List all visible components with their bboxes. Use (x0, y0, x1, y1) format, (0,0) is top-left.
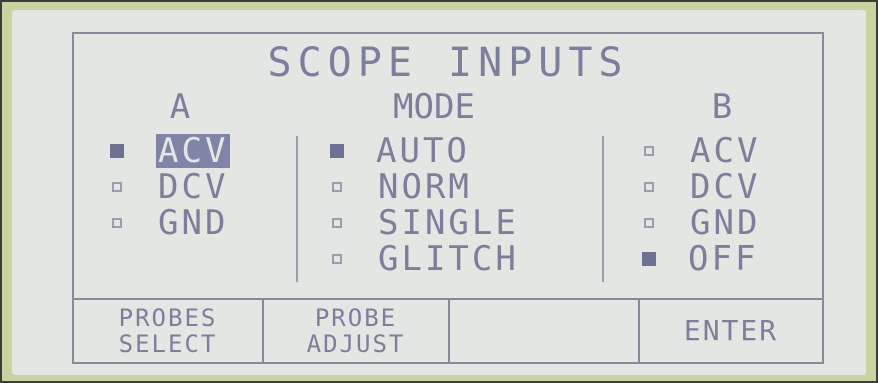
blank-softkey[interactable] (450, 300, 640, 362)
option-a-dcv[interactable]: DCV (112, 170, 228, 204)
radio-unselected-icon (112, 218, 122, 228)
lcd-screen: SCOPE INPUTS A MODE B ACV DCV GND AUTO N… (72, 32, 824, 364)
option-label: NORM (378, 167, 472, 207)
option-b-dcv[interactable]: DCV (644, 170, 760, 204)
column-divider-right (602, 136, 604, 282)
option-label: GND (158, 203, 229, 243)
option-b-acv[interactable]: ACV (644, 134, 760, 168)
probe-adjust-softkey[interactable]: PROBE ADJUST (264, 300, 450, 362)
radio-unselected-icon (644, 218, 654, 228)
radio-selected-icon (642, 252, 656, 266)
softkey-bar: PROBES SELECT PROBE ADJUST ENTER (74, 298, 822, 362)
radio-unselected-icon (644, 146, 654, 156)
enter-softkey[interactable]: ENTER (640, 300, 822, 362)
option-label: SINGLE (378, 203, 519, 243)
radio-unselected-icon (644, 182, 654, 192)
radio-unselected-icon (332, 182, 342, 192)
softkey-label-line1: ENTER (683, 314, 779, 347)
option-b-gnd[interactable]: GND (644, 206, 760, 240)
option-a-acv[interactable]: ACV (110, 131, 231, 171)
option-label: ACV (690, 131, 761, 171)
option-label: GND (690, 203, 761, 243)
option-mode-auto[interactable]: AUTO (330, 134, 470, 168)
column-divider-left (296, 136, 298, 282)
option-label: OFF (688, 239, 759, 279)
option-label: DCV (690, 167, 761, 207)
option-label: ACV (156, 131, 231, 171)
screen-title: SCOPE INPUTS (267, 40, 629, 86)
column-a-header: A (169, 87, 191, 127)
option-label: AUTO (376, 131, 470, 171)
softkey-label-line1: PROBES (118, 304, 218, 332)
softkey-label-line2: SELECT (118, 330, 218, 358)
softkey-label-line1: PROBE (314, 304, 398, 332)
option-label: GLITCH (378, 239, 519, 279)
probes-select-softkey[interactable]: PROBES SELECT (74, 300, 264, 362)
option-mode-glitch[interactable]: GLITCH (332, 242, 519, 276)
radio-unselected-icon (332, 218, 342, 228)
option-mode-single[interactable]: SINGLE (332, 206, 519, 240)
softkey-label-line2: ADJUST (306, 330, 406, 358)
radio-selected-icon (110, 144, 124, 158)
radio-selected-icon (330, 144, 344, 158)
option-label: DCV (158, 167, 229, 207)
column-b-header: B (711, 87, 733, 127)
column-mode-header: MODE (393, 87, 475, 127)
option-mode-norm[interactable]: NORM (332, 170, 472, 204)
option-b-off[interactable]: OFF (642, 242, 758, 276)
radio-unselected-icon (112, 182, 122, 192)
option-a-gnd[interactable]: GND (112, 206, 228, 240)
radio-unselected-icon (332, 254, 342, 264)
